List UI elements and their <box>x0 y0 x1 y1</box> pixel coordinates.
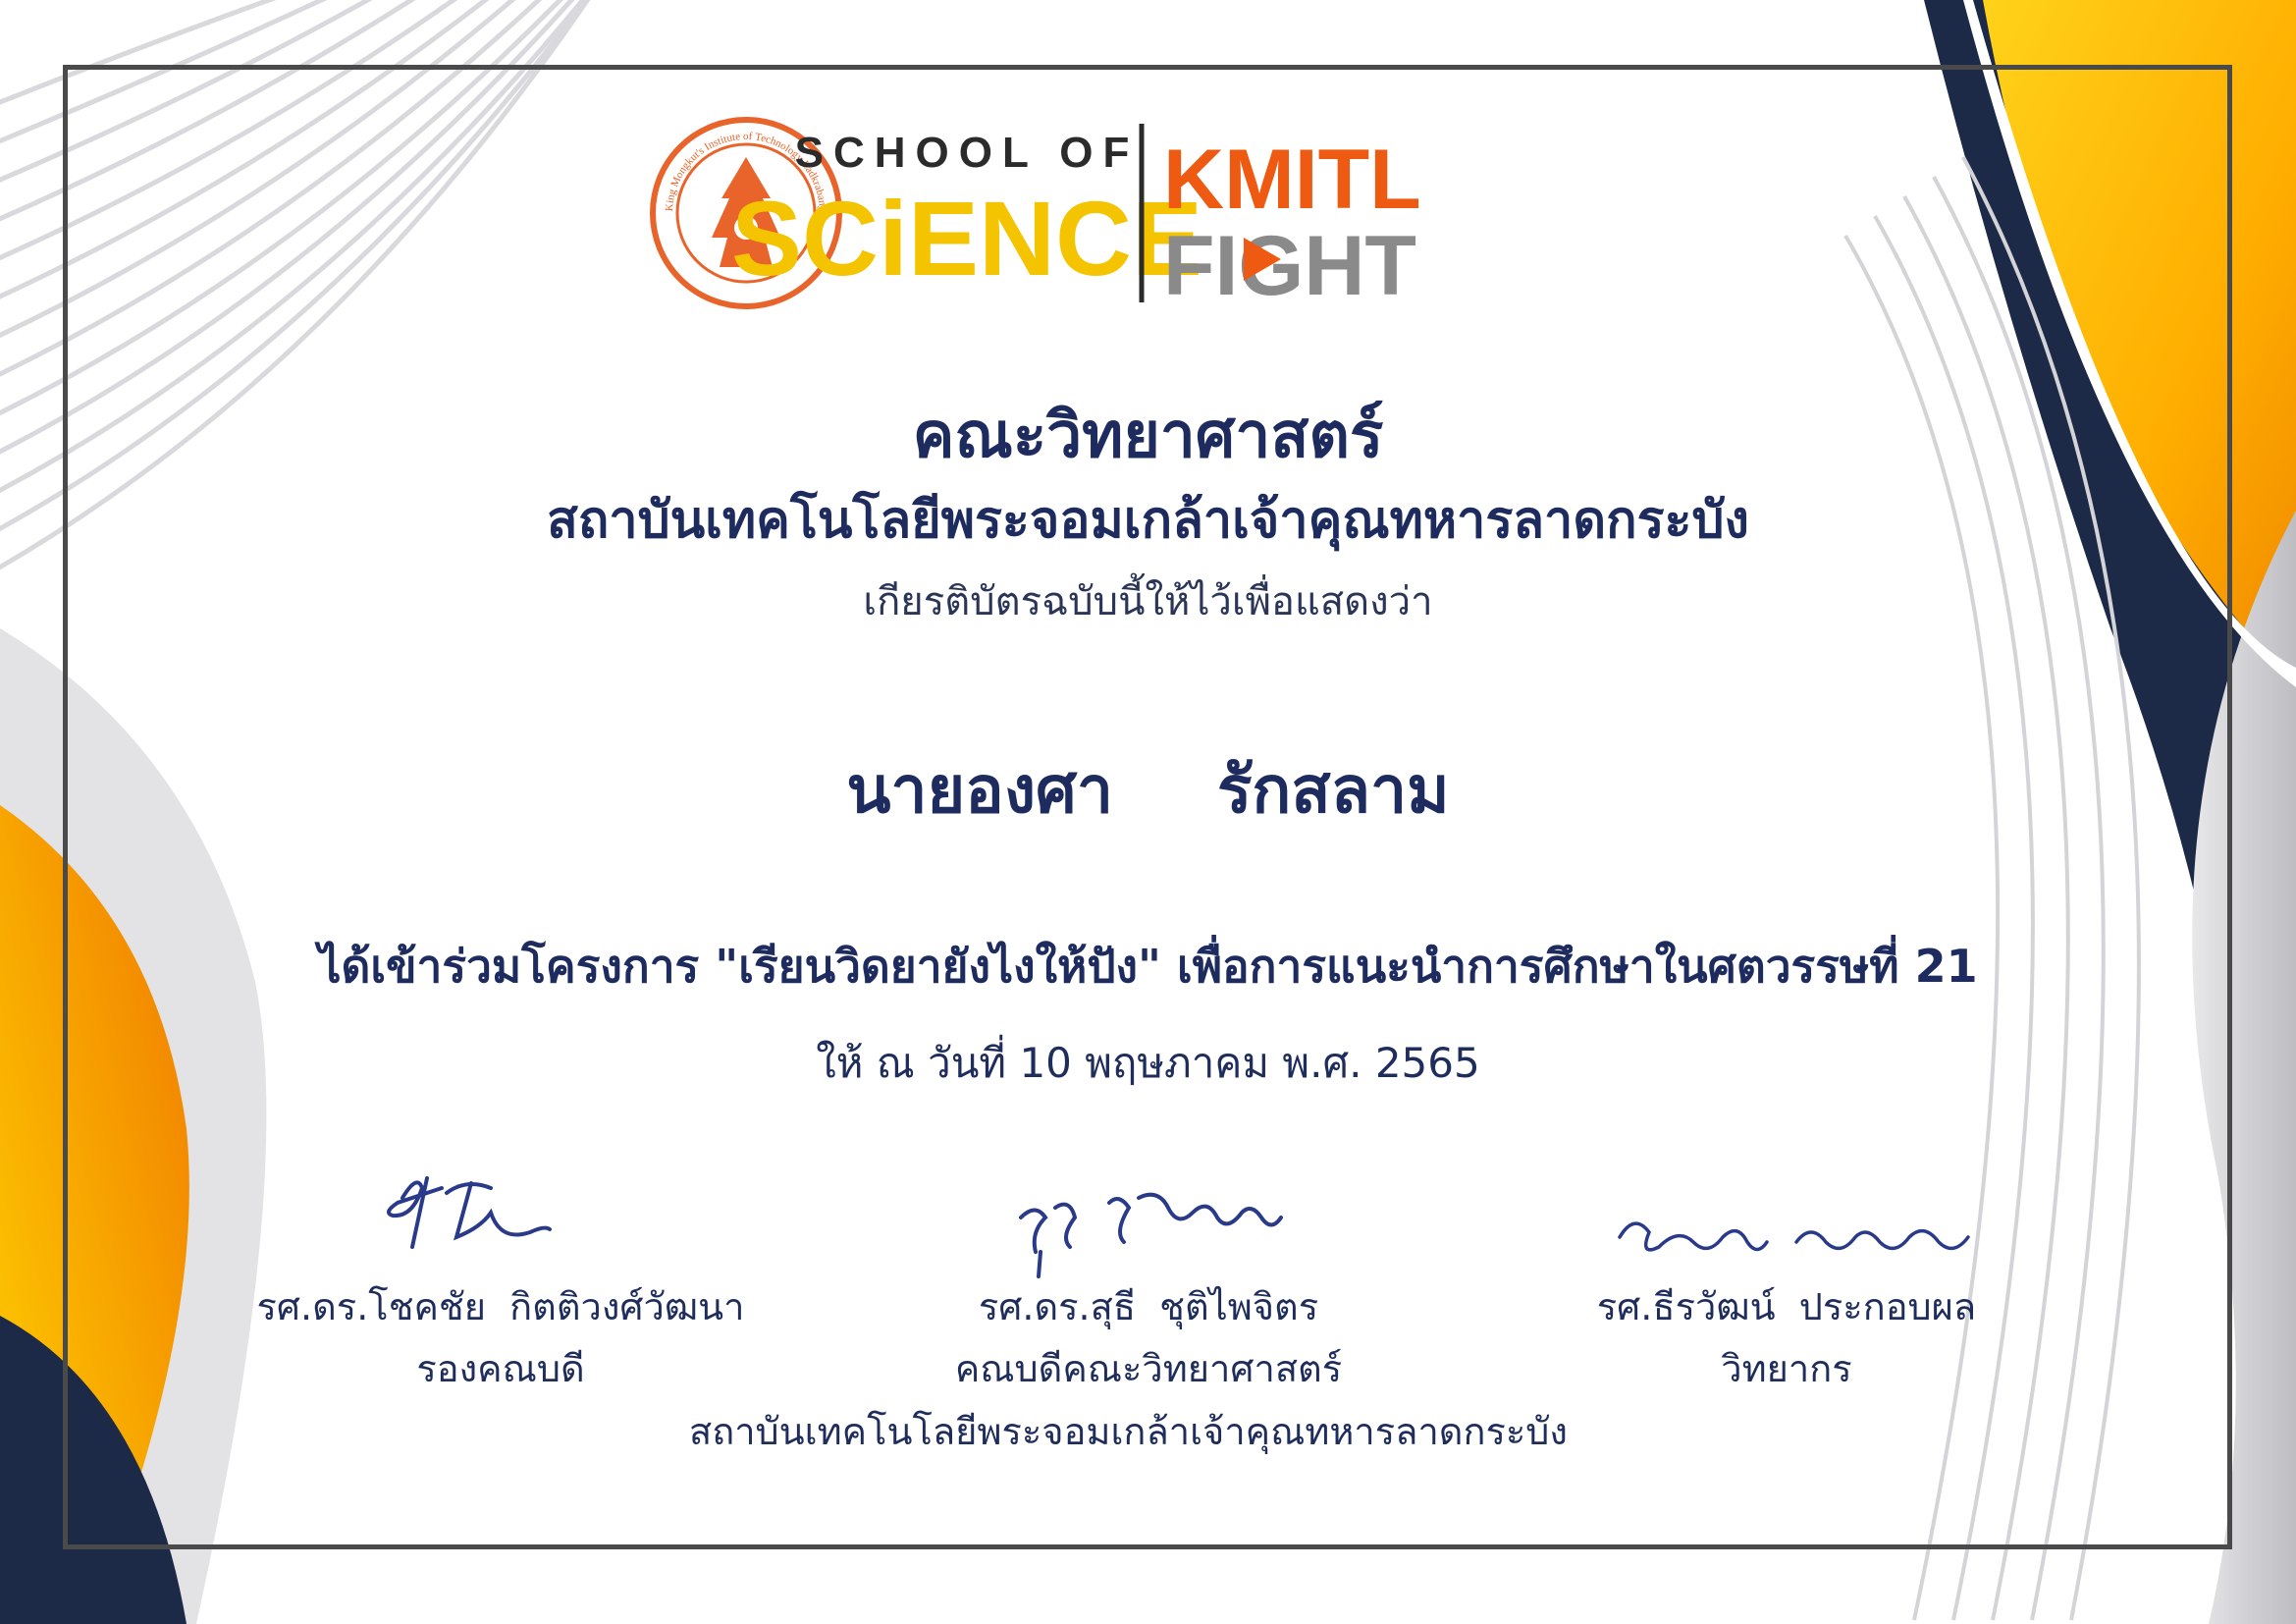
signatory-1-role: รองคณบดี <box>416 1347 585 1390</box>
signatory-1: รศ.ดร.โชคชัย กิตติวงศ์วัฒนา รองคณบดี <box>236 1276 766 1400</box>
signature-2-image <box>1019 1192 1283 1278</box>
logo-group: King Mongkut's Institute of Technology L… <box>650 117 1421 313</box>
issue-date: ให้ ณ วันที่ 10 พฤษภาคม พ.ศ. 2565 <box>816 1039 1480 1087</box>
kmitl-text: KMITL <box>1163 133 1421 227</box>
signature-1-image <box>387 1176 552 1249</box>
signatory-3-role: วิทยากร <box>1721 1347 1852 1390</box>
recipient-name: นายองศา รักสลาม <box>846 752 1450 828</box>
signatory-2: รศ.ดร.สุธี ชุติไพจิตร คณบดีคณะวิทยาศาสตร… <box>874 1276 1423 1400</box>
faculty-title: คณะวิทยาศาสตร์ <box>912 400 1384 472</box>
signatory-1-name: รศ.ดร.โชคชัย กิตติวงศ์วัฒนา <box>256 1285 745 1328</box>
project-description: ได้เข้าร่วมโครงการ "เรียนวิดยายังไงให้ปั… <box>318 940 1978 993</box>
institute-title: สถาบันเทคโนโลยีพระจอมเกล้าเจ้าคุณทหารลาด… <box>547 491 1749 550</box>
fight-text: FIGHT <box>1163 219 1416 313</box>
signature-3-image <box>1618 1221 1970 1252</box>
signatory-3: รศ.ธีรวัฒน์ ประกอบผล วิทยากร <box>1522 1276 2052 1400</box>
footer-institute: สถาบันเทคโนโลยีพระจอมเกล้าเจ้าคุณทหารลาด… <box>689 1410 1568 1453</box>
certificate-intro: เกียรติบัตรฉบับนี้ให้ไว้เพื่อแสดงว่า <box>863 579 1433 624</box>
signatory-3-name: รศ.ธีรวัฒน์ ประกอบผล <box>1596 1285 1977 1328</box>
signatory-2-role: คณบดีคณะวิทยาศาสตร์ <box>954 1347 1343 1390</box>
school-of-text: SCHOOL OF <box>795 129 1140 177</box>
signatory-2-name: รศ.ดร.สุธี ชุติไพจิตร <box>978 1285 1319 1328</box>
science-text: SCiENCE <box>731 179 1202 298</box>
